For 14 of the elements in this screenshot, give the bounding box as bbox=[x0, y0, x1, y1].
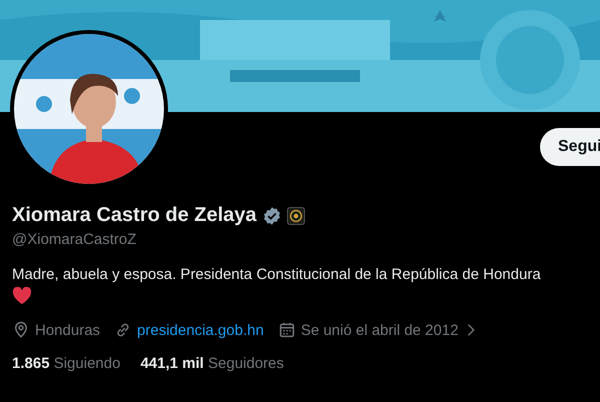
location-text: Honduras bbox=[35, 322, 100, 338]
profile-name: Xiomara Castro de Zelaya bbox=[12, 204, 257, 227]
heart-icon bbox=[12, 287, 32, 305]
calendar-icon bbox=[278, 321, 296, 339]
join-date: Se unió el abril de 2012 bbox=[300, 322, 458, 338]
profile-handle: @XiomaraCastroZ bbox=[12, 231, 138, 248]
follow-button[interactable]: Segui bbox=[540, 128, 600, 166]
follow-stat-link[interactable]: 441,1 mil Seguidores bbox=[140, 355, 284, 372]
location-pin-icon bbox=[12, 321, 30, 339]
follow-stat-link[interactable]: 1.865 Siguiendo bbox=[12, 355, 120, 372]
chevron-right-icon[interactable] bbox=[467, 323, 476, 337]
profile-bio: Madre, abuela y esposa. Presidenta Constitucional de la República de Hondura bbox=[12, 266, 542, 283]
affiliate-badge-icon bbox=[286, 206, 305, 224]
website-link[interactable]: presidencia.gob.hn bbox=[137, 322, 264, 338]
